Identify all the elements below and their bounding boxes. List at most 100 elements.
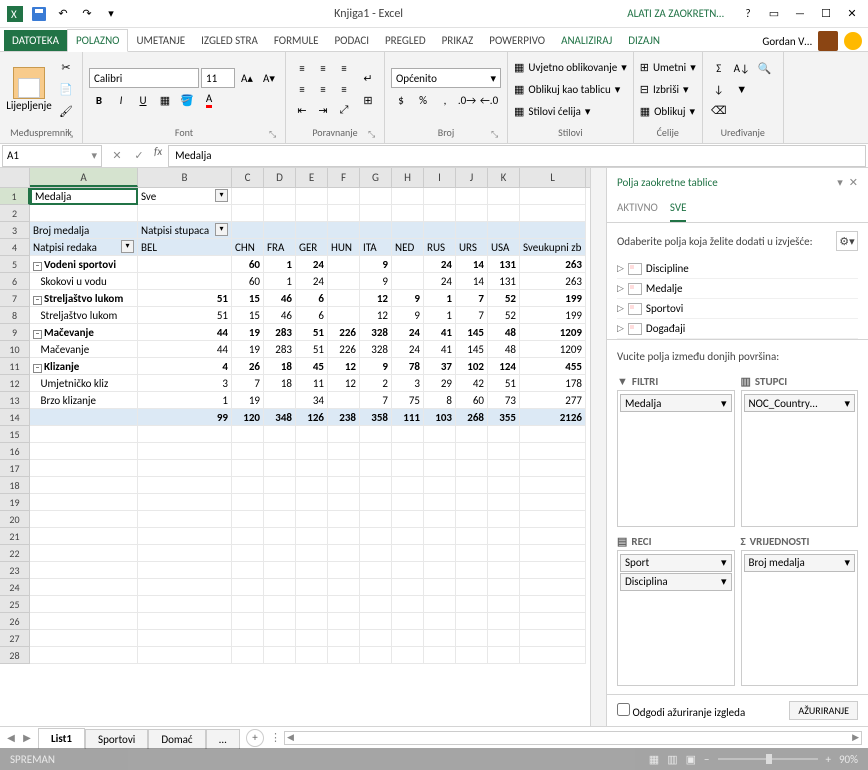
row-header[interactable]: 2: [0, 205, 30, 222]
cell[interactable]: [360, 511, 392, 528]
cell[interactable]: 24: [424, 256, 456, 273]
cell[interactable]: 15: [232, 307, 264, 324]
cell[interactable]: [520, 477, 586, 494]
cell[interactable]: 2126: [520, 409, 586, 426]
cell[interactable]: [30, 596, 138, 613]
cell[interactable]: [392, 511, 424, 528]
cell[interactable]: [392, 222, 424, 239]
cell[interactable]: [488, 443, 520, 460]
cell[interactable]: 7: [456, 307, 488, 324]
cell[interactable]: [520, 545, 586, 562]
cell[interactable]: ITA: [360, 239, 392, 256]
cell[interactable]: 7: [232, 375, 264, 392]
cell[interactable]: [456, 613, 488, 630]
column-header[interactable]: J: [456, 168, 488, 187]
cell[interactable]: [360, 630, 392, 647]
cell[interactable]: [488, 188, 520, 205]
cell[interactable]: CHN: [232, 239, 264, 256]
cell[interactable]: [392, 443, 424, 460]
fx-icon[interactable]: fx: [150, 145, 166, 167]
cell[interactable]: [456, 579, 488, 596]
cell[interactable]: 41: [424, 341, 456, 358]
cell[interactable]: [296, 630, 328, 647]
cell[interactable]: 75: [392, 392, 424, 409]
cell[interactable]: Skokovi u vodu: [30, 273, 138, 290]
cell[interactable]: 51: [138, 307, 232, 324]
insert-cells-button[interactable]: ⊞ Umetni ▾: [640, 57, 696, 77]
cell[interactable]: 7: [456, 290, 488, 307]
tab-file[interactable]: DATOTEKA: [4, 30, 67, 51]
column-header[interactable]: A: [30, 168, 138, 187]
avatar[interactable]: [818, 31, 838, 51]
cell[interactable]: [138, 460, 232, 477]
cell[interactable]: 12: [328, 375, 360, 392]
copy-icon[interactable]: 📄: [56, 79, 76, 99]
cell[interactable]: 60: [232, 273, 264, 290]
cell[interactable]: [232, 630, 264, 647]
cell[interactable]: [392, 579, 424, 596]
cell[interactable]: HUN: [328, 239, 360, 256]
cell[interactable]: RUS: [424, 239, 456, 256]
cell[interactable]: [424, 205, 456, 222]
cell[interactable]: [30, 460, 138, 477]
cell[interactable]: 120: [232, 409, 264, 426]
cell[interactable]: [328, 205, 360, 222]
cell[interactable]: [360, 188, 392, 205]
indent-dec-icon[interactable]: ⇤: [292, 100, 312, 120]
cell[interactable]: [30, 426, 138, 443]
cell[interactable]: [360, 443, 392, 460]
cell[interactable]: [296, 613, 328, 630]
pane-dropdown-icon[interactable]: ▾: [837, 176, 843, 189]
zoom-slider[interactable]: [718, 758, 818, 760]
cell[interactable]: [296, 545, 328, 562]
vertical-scrollbar[interactable]: [590, 168, 606, 726]
cell[interactable]: [360, 613, 392, 630]
cell[interactable]: [232, 545, 264, 562]
save-icon[interactable]: [28, 3, 50, 25]
row-header[interactable]: 17: [0, 460, 30, 477]
cell[interactable]: GER: [296, 239, 328, 256]
cell[interactable]: [424, 511, 456, 528]
zone-filters-body[interactable]: Medalja▾: [617, 390, 735, 527]
row-header[interactable]: 8: [0, 307, 30, 324]
cell[interactable]: [138, 494, 232, 511]
pane-tab-all[interactable]: SVE: [670, 201, 687, 222]
cell[interactable]: 9: [360, 256, 392, 273]
cell[interactable]: 52: [488, 290, 520, 307]
field-list[interactable]: ▷Discipline▷Medalje▷Sportovi▷Događaji: [607, 259, 868, 339]
cell[interactable]: 1: [424, 307, 456, 324]
cell[interactable]: −Mačevanje: [30, 324, 138, 341]
cell[interactable]: [30, 477, 138, 494]
row-header[interactable]: 20: [0, 511, 30, 528]
cell[interactable]: [138, 528, 232, 545]
cell[interactable]: [296, 222, 328, 239]
cell[interactable]: 1: [264, 273, 296, 290]
row-field-item[interactable]: Disciplina▾: [620, 573, 732, 591]
cell[interactable]: [138, 205, 232, 222]
cell[interactable]: Natpisi redaka▾: [30, 239, 138, 256]
row-header[interactable]: 1: [0, 188, 30, 205]
row-header[interactable]: 13: [0, 392, 30, 409]
cell[interactable]: [296, 460, 328, 477]
cell[interactable]: NED: [392, 239, 424, 256]
cell[interactable]: 52: [488, 307, 520, 324]
cell[interactable]: 6: [296, 290, 328, 307]
undo-icon[interactable]: ↶: [52, 3, 74, 25]
fill-icon[interactable]: ↓: [709, 79, 729, 99]
cell[interactable]: [264, 647, 296, 664]
view-normal-icon[interactable]: ▦: [649, 753, 659, 766]
cell[interactable]: [328, 545, 360, 562]
cell[interactable]: 60: [456, 392, 488, 409]
tab-insert[interactable]: UMETANJE: [128, 30, 193, 51]
cell[interactable]: 12: [360, 290, 392, 307]
cell[interactable]: 103: [424, 409, 456, 426]
cell[interactable]: [328, 426, 360, 443]
cell[interactable]: [264, 188, 296, 205]
pane-settings-icon[interactable]: ⚙▾: [836, 231, 858, 251]
cell[interactable]: USA: [488, 239, 520, 256]
cell[interactable]: 9: [392, 307, 424, 324]
cell[interactable]: [520, 511, 586, 528]
cell[interactable]: 24: [296, 273, 328, 290]
cell[interactable]: [30, 613, 138, 630]
cell[interactable]: [392, 273, 424, 290]
